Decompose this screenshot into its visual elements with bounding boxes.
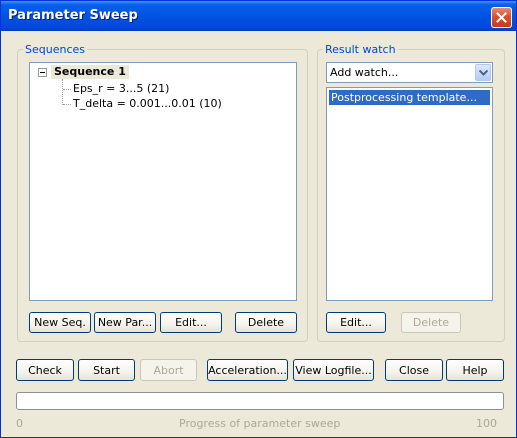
close-button[interactable]: Close: [385, 359, 443, 381]
tree-node-label: T_delta = 0.001...0.01 (10): [73, 97, 222, 110]
delete-watch-button[interactable]: Delete: [401, 312, 461, 333]
tree-node-parameter[interactable]: Eps_r = 3...5 (21): [63, 82, 169, 96]
view-logfile-button[interactable]: View Logfile...: [293, 359, 374, 381]
new-sequence-button[interactable]: New Seq.: [29, 312, 91, 333]
result-watch-list[interactable]: Postprocessing template...: [326, 87, 493, 301]
help-button[interactable]: Help: [446, 359, 504, 381]
edit-sequence-button[interactable]: Edit...: [160, 312, 222, 333]
title-bar[interactable]: Parameter Sweep: [1, 1, 516, 31]
tree-node-sequence-1[interactable]: Sequence 1: [38, 65, 129, 79]
progress-min-label: 0: [16, 417, 23, 430]
new-parameter-button[interactable]: New Par...: [94, 312, 156, 333]
tree-node-label: Eps_r = 3...5 (21): [73, 82, 170, 95]
close-icon: [496, 12, 507, 23]
progress-label: Progress of parameter sweep: [179, 417, 341, 430]
progress-max-label: 100: [476, 417, 497, 430]
sequences-group-label: Sequences: [23, 43, 87, 56]
parameter-sweep-dialog: Parameter Sweep Sequences Sequence 1 Eps…: [0, 0, 517, 438]
dropdown-arrow-icon[interactable]: [475, 64, 491, 81]
add-watch-dropdown[interactable]: Add watch...: [326, 62, 493, 83]
delete-sequence-button[interactable]: Delete: [235, 312, 297, 333]
dropdown-value: Add watch...: [330, 66, 399, 79]
acceleration-button[interactable]: Acceleration...: [207, 359, 288, 381]
list-item[interactable]: Postprocessing template...: [329, 90, 490, 105]
result-watch-group-label: Result watch: [323, 43, 398, 56]
check-button[interactable]: Check: [16, 359, 74, 381]
tree-connector: [63, 103, 71, 105]
tree-root-label: Sequence 1: [51, 65, 129, 79]
tree-node-parameter[interactable]: T_delta = 0.001...0.01 (10): [63, 97, 222, 111]
start-button[interactable]: Start: [78, 359, 135, 381]
sequence-tree[interactable]: Sequence 1 Eps_r = 3...5 (21) T_delta = …: [29, 62, 297, 301]
expander-minus-icon[interactable]: [38, 67, 47, 77]
tree-connector: [63, 88, 71, 90]
window-title: Parameter Sweep: [8, 8, 138, 23]
progress-bar: [16, 392, 504, 410]
edit-watch-button[interactable]: Edit...: [326, 312, 386, 333]
close-window-button[interactable]: [491, 7, 512, 28]
abort-button[interactable]: Abort: [140, 359, 197, 381]
